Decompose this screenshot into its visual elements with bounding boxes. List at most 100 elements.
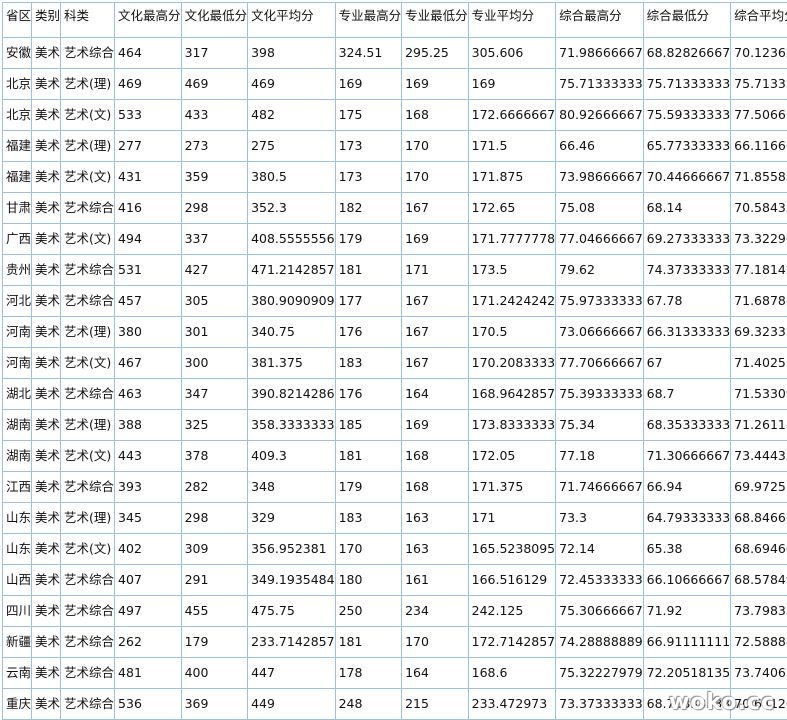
cell-combined-avg: 75.71333333 (731, 69, 787, 100)
cell-major-max: 182 (335, 193, 402, 224)
column-header-major-max: 专业最高分 (335, 3, 402, 38)
cell-culture-avg: 469 (248, 69, 336, 100)
cell-major-max: 185 (335, 410, 402, 441)
column-header-culture-max: 文化最高分 (115, 3, 182, 38)
cell-culture-max: 469 (115, 69, 182, 100)
cell-major-avg: 171.375 (468, 472, 556, 503)
cell-category: 美术 (32, 131, 61, 162)
cell-category: 美术 (32, 565, 61, 596)
cell-major-min: 215 (402, 689, 469, 720)
cell-major-min: 234 (402, 596, 469, 627)
cell-major-avg: 171 (468, 503, 556, 534)
cell-culture-max: 262 (115, 627, 182, 658)
cell-province: 河北 (3, 286, 32, 317)
cell-culture-max: 407 (115, 565, 182, 596)
cell-province: 广西 (3, 224, 32, 255)
cell-major-min: 168 (402, 472, 469, 503)
cell-culture-min: 300 (181, 348, 248, 379)
cell-major-max: 173 (335, 162, 402, 193)
cell-combined-min: 71.30666667 (643, 441, 731, 472)
cell-culture-min: 291 (181, 565, 248, 596)
cell-combined-min: 75.59333333 (643, 100, 731, 131)
cell-subject-type: 艺术(文) (61, 441, 115, 472)
cell-province: 福建 (3, 162, 32, 193)
cell-category: 美术 (32, 410, 61, 441)
cell-major-max: 170 (335, 534, 402, 565)
cell-major-min: 295.25 (402, 38, 469, 69)
cell-combined-max: 77.18 (556, 441, 644, 472)
cell-combined-min: 70.44666667 (643, 162, 731, 193)
cell-major-min: 164 (402, 379, 469, 410)
cell-major-max: 169 (335, 69, 402, 100)
table-row: 云南美术艺术综合481400447178164168.675.322279797… (3, 658, 787, 689)
cell-culture-min: 433 (181, 100, 248, 131)
cell-combined-max: 75.32227979 (556, 658, 644, 689)
cell-province: 新疆 (3, 627, 32, 658)
cell-major-max: 183 (335, 503, 402, 534)
cell-subject-type: 艺术(文) (61, 224, 115, 255)
cell-combined-avg: 73.74062176 (731, 658, 787, 689)
cell-province: 福建 (3, 131, 32, 162)
cell-culture-avg: 447 (248, 658, 336, 689)
cell-subject-type: 艺术(文) (61, 534, 115, 565)
column-header-major-min: 专业最低分 (402, 3, 469, 38)
cell-culture-min: 337 (181, 224, 248, 255)
cell-combined-avg: 72.58888889 (731, 627, 787, 658)
table-body: 安徽美术艺术综合464317398324.51295.25305.60671.9… (3, 38, 787, 720)
cell-culture-avg: 233.7142857 (248, 627, 336, 658)
cell-major-avg: 171.7777778 (468, 224, 556, 255)
cell-category: 美术 (32, 162, 61, 193)
cell-culture-avg: 408.5555556 (248, 224, 336, 255)
cell-subject-type: 艺术综合 (61, 379, 115, 410)
cell-combined-min: 74.37333333 (643, 255, 731, 286)
site-watermark: woko.cc (669, 690, 775, 715)
cell-culture-max: 494 (115, 224, 182, 255)
cell-subject-type: 艺术(理) (61, 69, 115, 100)
table-row: 北京美术艺术(理)46946946916916916975.7133333375… (3, 69, 787, 100)
cell-province: 江西 (3, 472, 32, 503)
cell-combined-max: 75.97333333 (556, 286, 644, 317)
cell-combined-min: 68.82826667 (643, 38, 731, 69)
cell-combined-max: 75.30666667 (556, 596, 644, 627)
cell-major-max: 179 (335, 472, 402, 503)
cell-major-max: 324.51 (335, 38, 402, 69)
cell-culture-avg: 275 (248, 131, 336, 162)
cell-combined-min: 67.78 (643, 286, 731, 317)
cell-culture-avg: 348 (248, 472, 336, 503)
cell-combined-min: 66.94 (643, 472, 731, 503)
column-header-major-avg: 专业平均分 (468, 3, 556, 38)
cell-culture-avg: 449 (248, 689, 336, 720)
cell-major-avg: 170.2083333 (468, 348, 556, 379)
column-header-subject-type: 科类 (61, 3, 115, 38)
cell-combined-avg: 71.53309524 (731, 379, 787, 410)
cell-major-min: 171 (402, 255, 469, 286)
cell-culture-min: 273 (181, 131, 248, 162)
cell-major-max: 180 (335, 565, 402, 596)
cell-major-avg: 172.05 (468, 441, 556, 472)
cell-combined-min: 68.14 (643, 193, 731, 224)
cell-major-min: 169 (402, 69, 469, 100)
cell-culture-max: 388 (115, 410, 182, 441)
cell-major-min: 168 (402, 100, 469, 131)
cell-major-max: 183 (335, 348, 402, 379)
cell-major-min: 163 (402, 534, 469, 565)
cell-subject-type: 艺术综合 (61, 286, 115, 317)
cell-combined-avg: 71.85583333 (731, 162, 787, 193)
table-row: 福建美术艺术(理)277273275173170171.566.4665.773… (3, 131, 787, 162)
cell-culture-max: 467 (115, 348, 182, 379)
cell-province: 河南 (3, 348, 32, 379)
cell-combined-avg: 71.4025 (731, 348, 787, 379)
cell-major-avg: 170.5 (468, 317, 556, 348)
cell-category: 美术 (32, 38, 61, 69)
cell-major-max: 179 (335, 224, 402, 255)
cell-combined-max: 73.3 (556, 503, 644, 534)
cell-category: 美术 (32, 379, 61, 410)
cell-major-max: 173 (335, 131, 402, 162)
cell-culture-avg: 475.75 (248, 596, 336, 627)
table-row: 山西美术艺术综合407291349.1935484180161166.51612… (3, 565, 787, 596)
column-header-culture-min: 文化最低分 (181, 3, 248, 38)
cell-combined-min: 71.92 (643, 596, 731, 627)
cell-major-avg: 166.516129 (468, 565, 556, 596)
cell-category: 美术 (32, 286, 61, 317)
cell-subject-type: 艺术综合 (61, 627, 115, 658)
